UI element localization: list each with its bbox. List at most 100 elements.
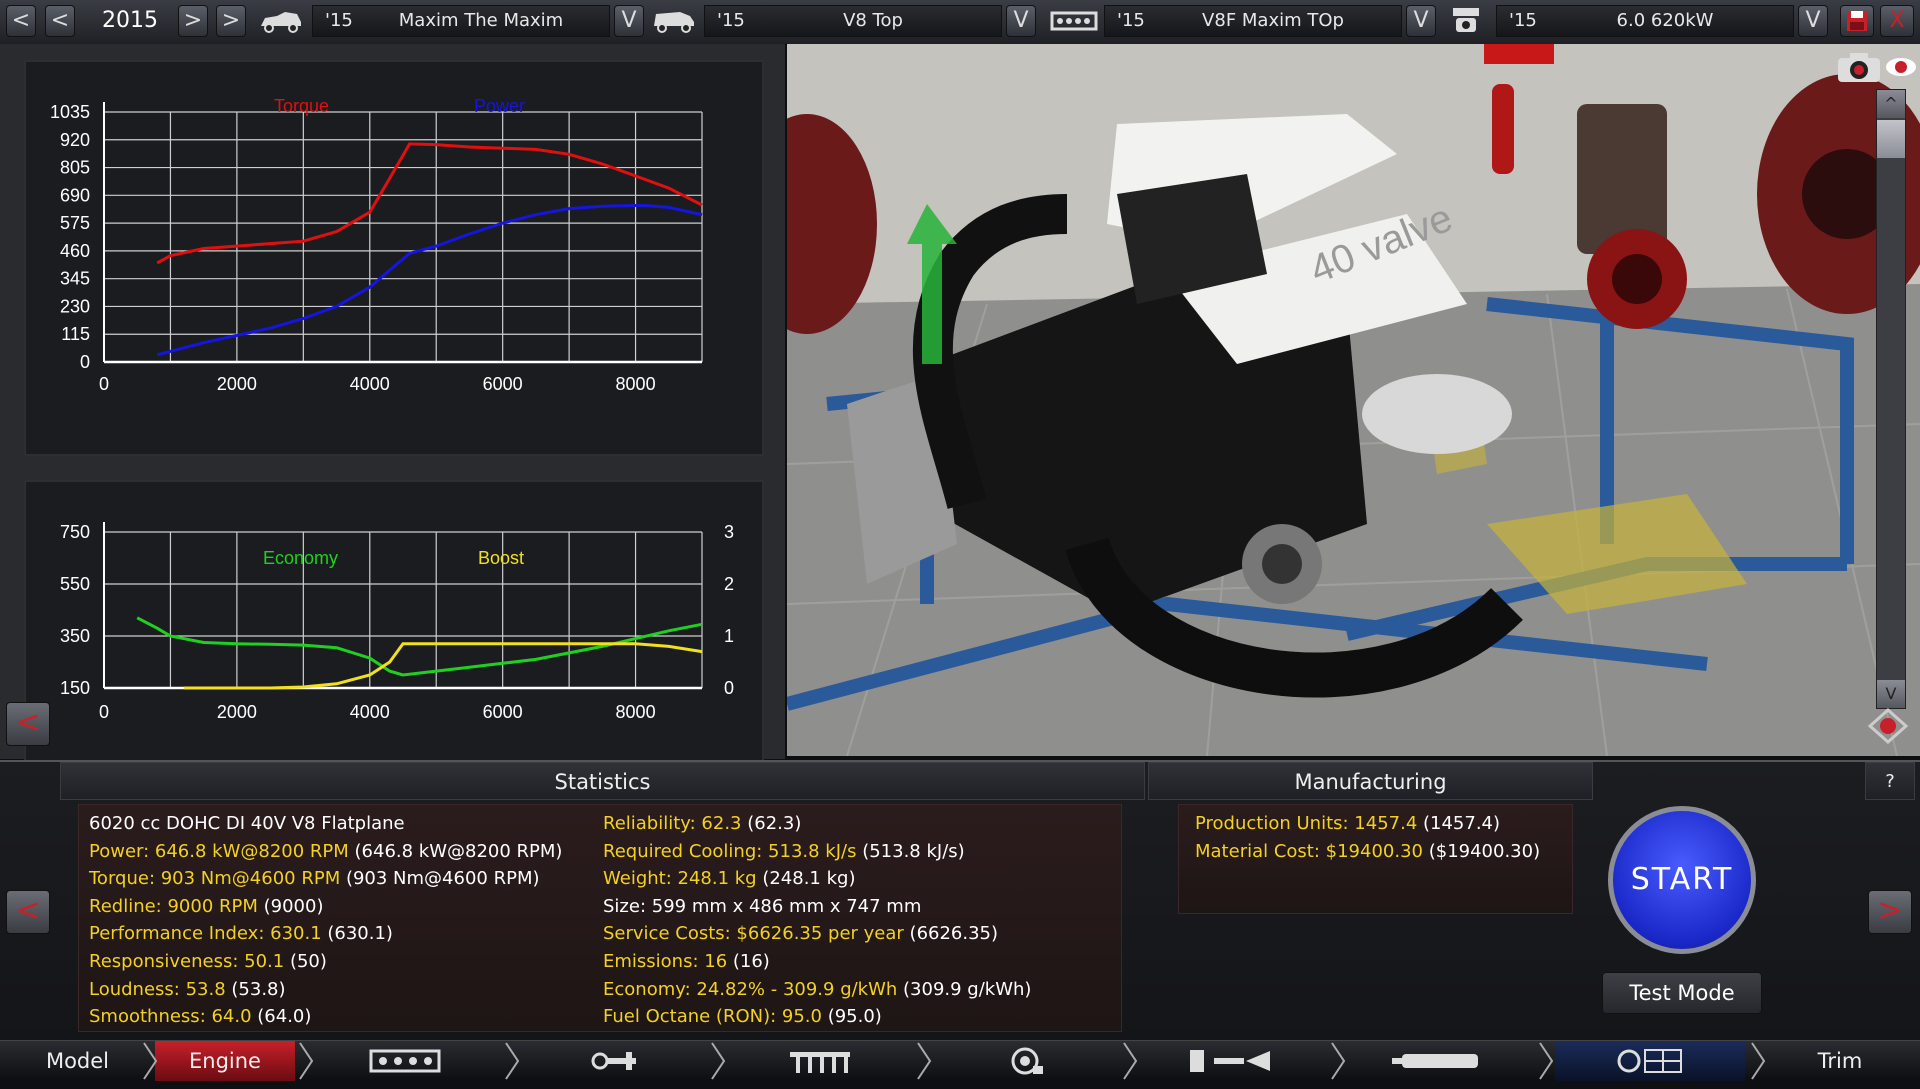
y-tick-label: 750 (60, 522, 90, 542)
nav-crank[interactable] (520, 1041, 710, 1081)
economy-boost-chart: Economy Boost 750 550 350 150 3 2 1 0 0 2000 400… (60, 522, 734, 722)
exhaust-icon (1392, 1054, 1478, 1068)
y-tick-label: 550 (60, 574, 90, 594)
variant-select[interactable]: '15 6.0 620kW (1496, 5, 1794, 37)
stat-previous-value: (95.0) (821, 1006, 882, 1028)
stat-previous-value: (248.1 kg) (756, 868, 856, 890)
collapse-graphs-button[interactable]: < (6, 702, 50, 746)
start-button[interactable]: START (1608, 806, 1756, 954)
reset-view-button[interactable] (1866, 706, 1910, 746)
view-scrollbar[interactable]: ^ V (1876, 89, 1906, 709)
y2-tick-label: 1 (724, 626, 734, 646)
series-line-economy (136, 616, 703, 677)
camera-icon (1838, 53, 1880, 82)
power-legend: Power (474, 96, 525, 116)
nav-fuel[interactable] (1135, 1041, 1325, 1081)
stat-line: Service Costs: $6626.35 per year (6626.3… (603, 923, 998, 944)
model-name: Maxim The Maxim (398, 10, 564, 31)
statistics-box: 6020 cc DOHC DI 40V V8 Flatplane Power: 6… (78, 804, 1122, 1032)
engine-scene: 40 valve (787, 44, 1920, 756)
scroll-thumb[interactable] (1877, 120, 1905, 158)
prev-year-button[interactable]: < (45, 5, 75, 37)
nav-test[interactable] (1555, 1041, 1745, 1081)
next-year-button[interactable]: > (178, 5, 208, 37)
x-tick-label: 0 (99, 374, 109, 394)
stat-value: Required Cooling: 513.8 kJ/s (603, 840, 857, 862)
stat-value: Fuel Octane (RON): 95.0 (603, 1006, 822, 1028)
stat-value: Redline: 9000 RPM (89, 895, 258, 917)
stat-previous-value: (62.3) (741, 813, 802, 834)
bottom-nav: Model Engine Trim (0, 1040, 1920, 1081)
nav-exhaust[interactable] (1345, 1041, 1535, 1081)
y-tick-label: 115 (61, 324, 90, 344)
nav-chevron-icon (1123, 1042, 1138, 1080)
nav-block[interactable] (310, 1041, 500, 1081)
bottom-panel: Statistics Manufacturing ? 6020 cc DOHC … (0, 760, 1920, 1042)
stat-line: Production Units: 1457.4 (1457.4) (1195, 813, 1500, 834)
engine-year: '15 (1117, 10, 1145, 31)
camera-button[interactable] (1834, 50, 1884, 84)
nav-chevron-icon (1331, 1042, 1346, 1080)
trim-dropdown-button[interactable]: V (1006, 5, 1036, 37)
next-panel-button[interactable]: > (1868, 890, 1912, 934)
stat-line: Performance Index: 630.1 (630.1) (89, 923, 393, 944)
stat-value: Economy: 24.82% - 309.9 g/kWh (603, 978, 898, 1000)
nav-chevron-icon (917, 1042, 932, 1080)
nav-engine[interactable]: Engine (155, 1041, 295, 1081)
stat-previous-value: (903 Nm@4600 RPM) (340, 868, 540, 890)
trim-select[interactable]: '15 V8 Top (704, 5, 1002, 37)
stat-line: Smoothness: 64.0 (64.0) (89, 1006, 311, 1027)
trim-year: '15 (717, 10, 745, 31)
stat-value: Torque: 903 Nm@4600 RPM (89, 868, 341, 890)
visibility-toggle[interactable] (1884, 50, 1918, 84)
stat-previous-value: (6626.35) (903, 923, 999, 945)
scroll-up-button[interactable]: ^ (1877, 90, 1905, 118)
y-tick-label: 460 (60, 241, 90, 261)
y-tick-label: 575 (60, 213, 90, 233)
test-mode-button[interactable]: Test Mode (1602, 972, 1762, 1014)
engine-select[interactable]: '15 V8F Maxim TOp (1104, 5, 1402, 37)
car-model-icon (255, 3, 307, 39)
stat-previous-value: (309.9 g/kWh) (897, 978, 1032, 1000)
engine-dropdown-button[interactable]: V (1406, 5, 1436, 37)
manufacturing-header: Manufacturing (1148, 762, 1593, 800)
engine-name: V8F Maxim TOp (1202, 10, 1344, 31)
stat-value: Loudness: 53.8 (89, 978, 226, 1000)
nav-valvetrain[interactable] (725, 1041, 915, 1081)
close-button[interactable]: X (1880, 5, 1914, 37)
nav-model[interactable]: Model (10, 1041, 145, 1081)
save-icon (1847, 11, 1867, 31)
nav-trim[interactable]: Trim (1765, 1041, 1915, 1081)
y-tick-label: 230 (60, 296, 90, 316)
y-tick-label: 690 (60, 185, 90, 205)
stat-value: Smoothness: 64.0 (89, 1006, 252, 1028)
y2-tick-label: 2 (724, 574, 734, 594)
reset-view-icon (1867, 707, 1909, 745)
model-select[interactable]: '15 Maxim The Maxim (312, 5, 610, 37)
economy-legend: Economy (263, 548, 338, 568)
stat-previous-value: (630.1) (321, 923, 393, 945)
scroll-down-button[interactable]: V (1877, 680, 1905, 708)
stat-line: Loudness: 53.8 (53.8) (89, 979, 286, 1000)
warning-sign-icon (1484, 44, 1554, 64)
stat-line: Emissions: 16 (16) (603, 951, 770, 972)
save-button[interactable] (1840, 5, 1874, 37)
model-dropdown-button[interactable]: V (614, 5, 644, 37)
stat-previous-value: (16) (727, 951, 770, 972)
prev-panel-button[interactable]: < (6, 890, 50, 934)
stat-line: Torque: 903 Nm@4600 RPM (903 Nm@4600 RPM… (89, 868, 540, 889)
variant-dropdown-button[interactable]: V (1798, 5, 1828, 37)
fire-extinguisher-icon (1492, 84, 1514, 174)
engine-variant-icon (1440, 3, 1492, 39)
first-year-button[interactable]: < (6, 5, 36, 37)
fuel-system-icon (1190, 1050, 1270, 1072)
help-button[interactable]: ? (1865, 762, 1915, 800)
nav-chevron-icon (711, 1042, 726, 1080)
stat-previous-value: (1457.4) (1417, 813, 1501, 834)
car-trim-icon (648, 3, 700, 39)
engine-3d-view[interactable]: 40 valve ^ V (787, 44, 1920, 756)
nav-turbo[interactable] (930, 1041, 1120, 1081)
stat-previous-value: (64.0) (251, 1006, 312, 1028)
stat-previous-value: (53.8) (225, 978, 286, 1000)
last-year-button[interactable]: > (216, 5, 246, 37)
